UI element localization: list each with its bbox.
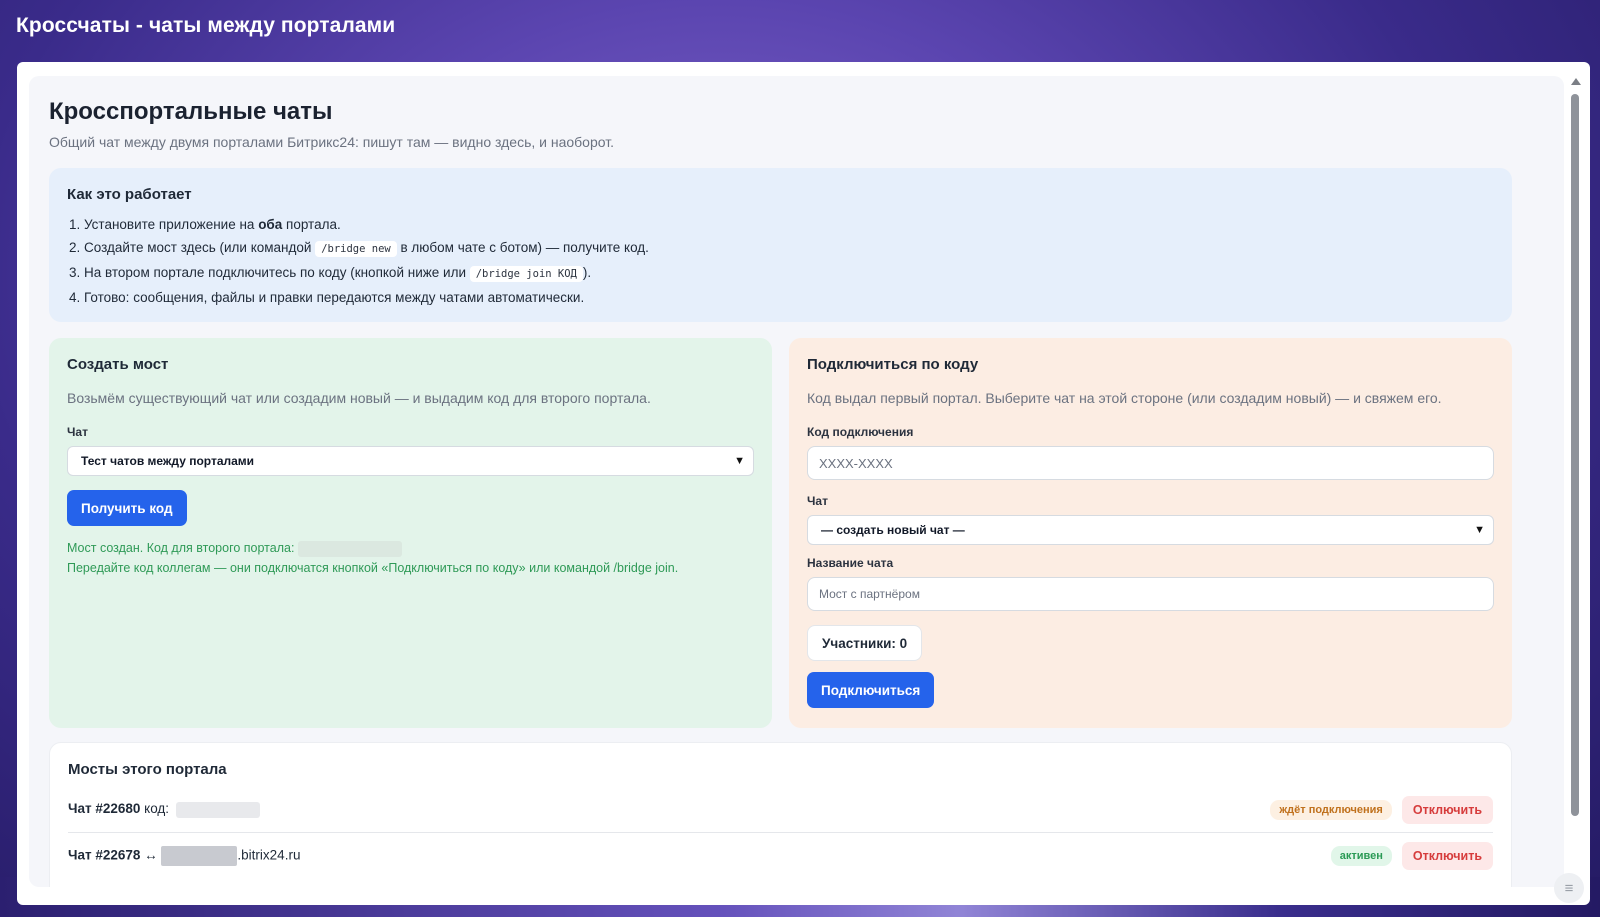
participants-button[interactable]: Участники: 0 xyxy=(807,625,923,661)
disconnect-button[interactable]: Отключить xyxy=(1401,842,1493,870)
join-title: Подключиться по коду xyxy=(807,356,979,373)
command-code: /bridge join КОД xyxy=(469,266,583,282)
bridge-row: Чат #22680 код: ждёт подключения Отключи… xyxy=(68,787,1493,833)
scrollbar-thumb[interactable] xyxy=(1571,94,1579,816)
step-text: Установите приложение на xyxy=(84,217,259,232)
join-description: Код выдал первый портал. Выберите чат на… xyxy=(807,390,1442,406)
bridge-info: Чат #22678 ↔ .bitrix24.ru xyxy=(68,846,300,866)
bridges-card: Мосты этого портала Чат #22680 код: ждёт… xyxy=(49,742,1512,887)
howto-step-2: Создайте мост здесь (или командой /bridg… xyxy=(84,236,1494,261)
step-bold: оба xyxy=(258,217,283,232)
create-chat-label: Чат xyxy=(67,425,88,439)
bridge-domain: .bitrix24.ru xyxy=(237,847,301,863)
step-text: в любом чате с ботом) — получите код. xyxy=(396,240,649,255)
bridge-actions: активен Отключить xyxy=(1330,842,1493,870)
create-result: Мост создан. Код для второго портала: Пе… xyxy=(67,538,754,578)
create-success-line-2: Передайте код коллегам — они подключатся… xyxy=(67,561,679,575)
window-title: Кроссчаты - чаты между порталами xyxy=(16,14,396,37)
create-success-line-1: Мост создан. Код для второго портала: xyxy=(67,538,754,558)
disconnect-button[interactable]: Отключить xyxy=(1401,795,1493,824)
scrollbar[interactable] xyxy=(1569,76,1581,885)
join-bridge-card: Подключиться по коду Код выдал первый по… xyxy=(789,338,1512,728)
join-chat-value: — создать новый чат — xyxy=(821,523,965,537)
status-badge: активен xyxy=(1330,846,1392,866)
howto-title: Как это работает xyxy=(67,186,192,203)
howto-step-1: Установите приложение на оба портала. xyxy=(84,213,1494,236)
bridge-chat-id: Чат #22680 xyxy=(68,801,141,817)
menu-lines-icon[interactable]: ≡ xyxy=(1554,873,1584,903)
bridge-code-label: код: xyxy=(140,801,170,817)
create-bridge-card: Создать мост Возьмём существующий чат ил… xyxy=(49,338,772,728)
create-button-wrap: Получить код xyxy=(67,490,754,526)
success-text: Мост создан. Код для второго портала: xyxy=(67,541,295,555)
join-chat-select[interactable]: — создать новый чат — ▼ xyxy=(807,515,1494,545)
bridge-actions: ждёт подключения Отключить xyxy=(1270,795,1493,824)
redacted-code xyxy=(175,801,260,818)
create-description: Возьмём существующий чат или создадим но… xyxy=(67,390,651,406)
create-chat-value: Тест чатов между порталами xyxy=(81,454,255,468)
step-text: На втором портале подключитесь по коду (… xyxy=(84,265,470,280)
page-subtitle: Общий чат между двумя порталами Битрикс2… xyxy=(49,134,614,150)
connect-button[interactable]: Подключиться xyxy=(807,672,935,708)
step-text: портала. xyxy=(282,217,341,232)
get-code-button[interactable]: Получить код xyxy=(67,490,187,526)
howto-card: Как это работает Установите приложение н… xyxy=(49,168,1512,322)
chat-name-label: Название чата xyxy=(807,556,894,570)
step-text: Создайте мост здесь (или командой xyxy=(84,240,316,255)
bridges-title: Мосты этого портала xyxy=(68,761,227,778)
app-frame: Кросспортальные чаты Общий чат между дву… xyxy=(17,62,1590,905)
content-area: Кросспортальные чаты Общий чат между дву… xyxy=(29,76,1564,887)
status-badge: ждёт подключения xyxy=(1270,799,1392,820)
bridge-info: Чат #22680 код: xyxy=(68,801,260,818)
scroll-up-icon[interactable] xyxy=(1571,78,1581,85)
command-code: /bridge new xyxy=(315,241,397,257)
redacted-portal xyxy=(161,846,238,866)
code-input[interactable]: XXXX-XXXX xyxy=(807,446,1494,480)
bridge-arrow: ↔ xyxy=(140,847,162,863)
bridge-row: Чат #22678 ↔ .bitrix24.ru активен Отключ… xyxy=(68,833,1493,879)
page-title: Кросспортальные чаты xyxy=(49,98,333,125)
chevron-down-icon: ▼ xyxy=(1474,524,1485,536)
bridge-chat-id: Чат #22678 xyxy=(68,847,141,863)
chat-name-input[interactable]: Мост с партнёром xyxy=(807,577,1494,611)
howto-steps: Установите приложение на оба портала. Со… xyxy=(67,213,1494,309)
create-chat-select[interactable]: Тест чатов между порталами ▼ xyxy=(67,446,754,476)
join-chat-label: Чат xyxy=(807,494,828,508)
chevron-down-icon: ▼ xyxy=(734,455,745,467)
howto-step-3: На втором портале подключитесь по коду (… xyxy=(84,261,1494,286)
step-text: ). xyxy=(582,265,592,280)
howto-step-4: Готово: сообщения, файлы и правки переда… xyxy=(84,286,1494,309)
join-button-wrap: Подключиться xyxy=(807,672,1494,708)
code-label: Код подключения xyxy=(807,425,914,439)
create-title: Создать мост xyxy=(67,356,169,373)
redacted-code xyxy=(297,540,402,557)
